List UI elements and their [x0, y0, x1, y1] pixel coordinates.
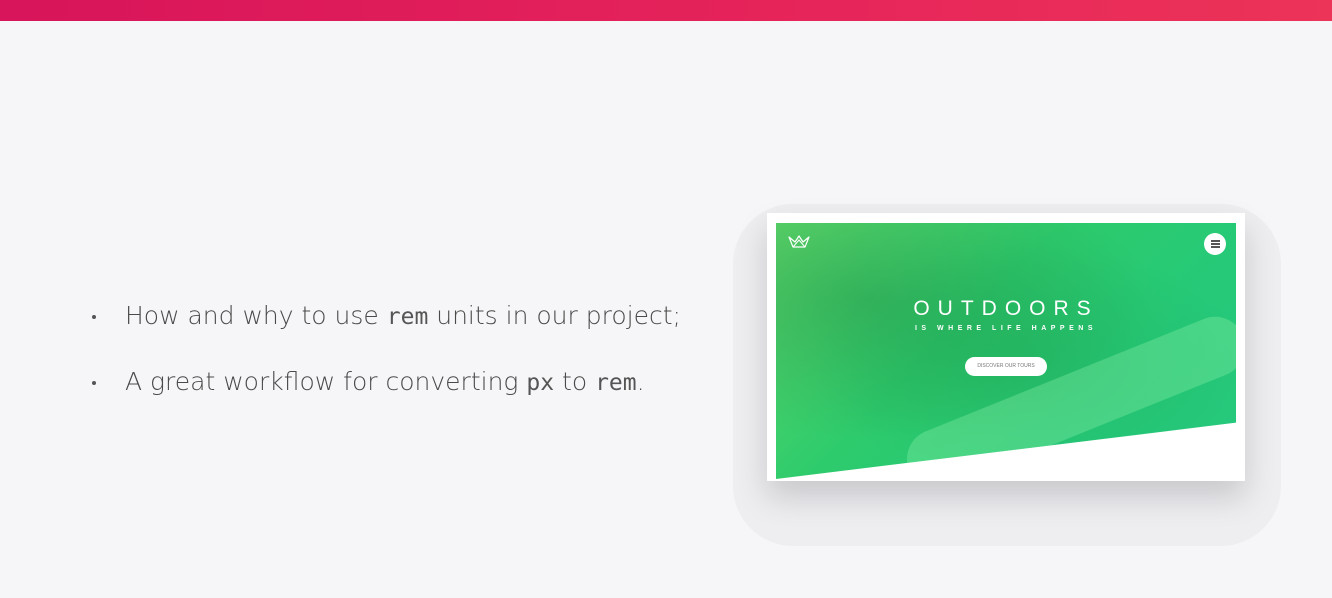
bullet-dot [92, 381, 96, 385]
hero-title: OUTDOORS [913, 297, 1099, 320]
website-mockup: OUTDOORS IS WHERE LIFE HAPPENS DISCOVER … [767, 213, 1245, 481]
bullet-text: units in our project; [428, 301, 681, 330]
code-text: rem [386, 304, 429, 330]
discover-tours-button[interactable]: DISCOVER OUR TOURS [965, 357, 1047, 376]
code-text: px [526, 370, 555, 396]
bullet-text: to [554, 367, 596, 396]
bullet-item-rem-units: How and why to use rem units in our proj… [90, 296, 681, 336]
hero-subtitle: IS WHERE LIFE HAPPENS [914, 325, 1097, 332]
top-accent-bar [0, 0, 1332, 21]
bullet-item-workflow: A great workflow for converting px to re… [90, 362, 681, 402]
bullet-list: How and why to use rem units in our proj… [90, 296, 681, 428]
mockup-hero: OUTDOORS IS WHERE LIFE HAPPENS DISCOVER … [776, 223, 1236, 479]
crown-icon [788, 235, 810, 248]
bullet-text: A great workflow for converting [125, 367, 527, 396]
bullet-text: . [636, 367, 645, 396]
bullet-dot [92, 315, 96, 319]
code-text: rem [595, 370, 637, 396]
hamburger-menu-icon[interactable] [1204, 233, 1226, 255]
hero-river-shape [897, 307, 1236, 479]
bullet-text: How and why to use [125, 301, 387, 330]
